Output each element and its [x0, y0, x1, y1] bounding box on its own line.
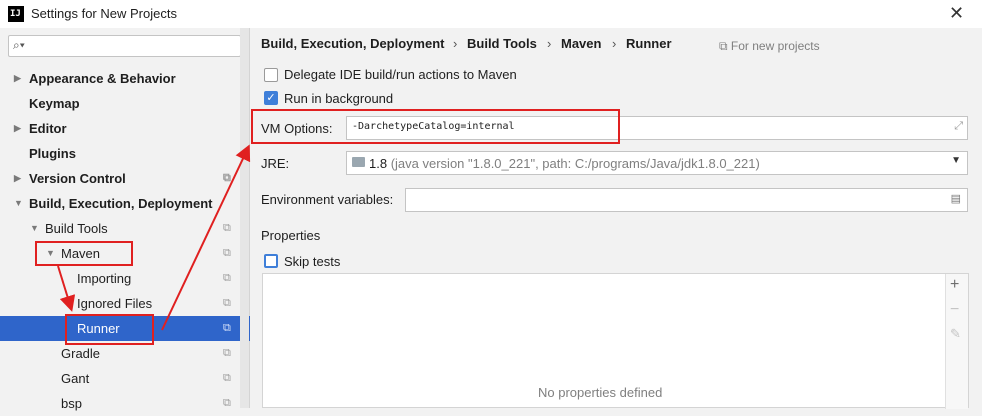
scope-note-label: For new projects — [730, 39, 820, 53]
tree-item-keymap[interactable]: Keymap — [0, 91, 240, 116]
skip-tests-label[interactable]: Skip tests — [284, 254, 340, 269]
tree-item-plugins[interactable]: Plugins — [0, 141, 240, 166]
tree-item-version-control[interactable]: ▶ Version Control ⧉ — [0, 166, 240, 191]
project-scope-icon: ⧉ — [223, 297, 231, 309]
project-scope-icon: ⧉ — [223, 247, 231, 259]
tree-item-bsp[interactable]: bsp ⧉ — [0, 391, 240, 416]
vm-options-field[interactable]: -DarchetypeCatalog=internal ⤢ — [346, 116, 968, 140]
run-in-background-checkbox[interactable]: ✓ — [264, 91, 278, 105]
browse-document-icon[interactable]: ▤ — [951, 192, 961, 205]
tree-item-editor[interactable]: ▶ Editor — [0, 116, 240, 141]
project-scope-icon: ⧉ — [223, 347, 231, 359]
tree-item-label: Version Control — [29, 171, 126, 186]
tree-item-label: Build, Execution, Deployment — [29, 196, 213, 211]
expand-arrow-icon[interactable]: ▶ — [14, 116, 21, 141]
environment-variables-label: Environment variables: — [261, 192, 394, 207]
tree-item-label: Importing — [77, 271, 132, 286]
delegate-label[interactable]: Delegate IDE build/run actions to Maven — [284, 67, 517, 82]
project-scope-icon: ⧉ — [223, 397, 231, 409]
tree-item-maven[interactable]: ▼ Maven ⧉ — [0, 241, 240, 266]
breadcrumb-separator: › — [612, 36, 617, 51]
breadcrumb-item[interactable]: Build, Execution, Deployment — [261, 36, 444, 51]
project-scope-icon: ⧉ — [223, 372, 231, 384]
tree-item-label: Runner — [77, 321, 120, 336]
search-icon: ⌕▾ — [13, 38, 25, 52]
settings-sidebar: ⌕▾ ▶ Appearance & Behavior Keymap ▶ Edit… — [0, 28, 250, 411]
properties-toolbar: + − ✎ — [945, 274, 968, 409]
tree-item-label: Gant — [61, 371, 90, 386]
breadcrumb-separator: › — [547, 36, 552, 51]
search-input[interactable]: ⌕▾ — [8, 35, 241, 57]
collapse-arrow-icon[interactable]: ▼ — [14, 191, 23, 216]
tree-item-label: Plugins — [29, 146, 76, 161]
delegate-checkbox[interactable] — [264, 68, 278, 82]
app-logo-icon: IJ — [8, 6, 24, 22]
empty-properties-text: No properties defined — [538, 385, 663, 400]
jre-detail: (java version "1.8.0_221", path: C:/prog… — [390, 156, 760, 171]
close-icon[interactable]: ✕ — [949, 3, 964, 24]
tree-item-label: Maven — [61, 246, 101, 261]
tree-item-label: Editor — [29, 121, 67, 136]
properties-table[interactable]: No properties defined + − ✎ — [262, 273, 969, 409]
project-scope-icon: ⧉ — [223, 222, 231, 234]
tree-item-appearance-behavior[interactable]: ▶ Appearance & Behavior — [0, 66, 240, 91]
jdk-folder-icon — [352, 157, 365, 167]
expand-arrow-icon[interactable]: ▶ — [14, 166, 21, 191]
project-scope-icon: ⧉ — [223, 322, 231, 334]
tree-item-build-tools[interactable]: ▼ Build Tools ⧉ — [0, 216, 240, 241]
chevron-down-icon[interactable]: ▼ — [951, 155, 961, 166]
expand-icon[interactable]: ⤢ — [954, 120, 963, 133]
tree-item-label: Appearance & Behavior — [29, 71, 176, 86]
breadcrumb-item[interactable]: Build Tools — [467, 36, 537, 51]
project-scope-icon: ⧉ — [719, 39, 731, 53]
collapse-arrow-icon[interactable]: ▼ — [46, 241, 55, 266]
tree-item-runner[interactable]: Runner ⧉ — [0, 316, 250, 341]
tree-item-importing[interactable]: Importing ⧉ — [0, 266, 240, 291]
jre-label: JRE: — [261, 156, 290, 171]
remove-icon[interactable]: − — [950, 301, 959, 319]
tree-item-build-execution-deployment[interactable]: ▼ Build, Execution, Deployment — [0, 191, 240, 216]
tree-item-ignored-files[interactable]: Ignored Files ⧉ — [0, 291, 240, 316]
tree-item-gradle[interactable]: Gradle ⧉ — [0, 341, 240, 366]
run-in-background-label[interactable]: Run in background — [284, 91, 393, 106]
breadcrumb-current: Runner — [626, 36, 672, 51]
scope-note: ⧉ For new projects — [719, 39, 820, 54]
vm-options-label: VM Options: — [261, 121, 333, 136]
jre-version: 1.8 — [369, 156, 388, 171]
collapse-arrow-icon[interactable]: ▼ — [30, 216, 39, 241]
skip-tests-checkbox[interactable] — [264, 254, 278, 268]
tree-item-label: Ignored Files — [77, 296, 153, 311]
project-scope-icon: ⧉ — [223, 172, 231, 184]
title-bar: IJ Settings for New Projects ✕ — [0, 0, 982, 28]
vm-options-value: -DarchetypeCatalog=internal — [352, 121, 515, 132]
breadcrumb-item[interactable]: Maven — [561, 36, 601, 51]
tree-item-gant[interactable]: Gant ⧉ — [0, 366, 240, 391]
window-title: Settings for New Projects — [31, 6, 177, 21]
edit-pencil-icon[interactable]: ✎ — [950, 326, 961, 342]
tree-item-label: bsp — [61, 396, 82, 411]
environment-variables-field[interactable]: ▤ — [405, 188, 968, 212]
jre-dropdown[interactable]: 1.8 (java version "1.8.0_221", path: C:/… — [346, 151, 968, 175]
sidebar-scrollbar[interactable] — [240, 28, 249, 408]
add-icon[interactable]: + — [950, 276, 959, 294]
properties-section-title: Properties — [261, 228, 321, 243]
project-scope-icon: ⧉ — [223, 272, 231, 284]
runner-settings-panel: Build, Execution, Deployment › Build Too… — [250, 28, 982, 409]
expand-arrow-icon[interactable]: ▶ — [14, 66, 21, 91]
breadcrumb-separator: › — [453, 36, 458, 51]
tree-item-label: Gradle — [61, 346, 101, 361]
tree-item-label: Build Tools — [45, 221, 108, 236]
tree-item-label: Keymap — [29, 96, 80, 111]
